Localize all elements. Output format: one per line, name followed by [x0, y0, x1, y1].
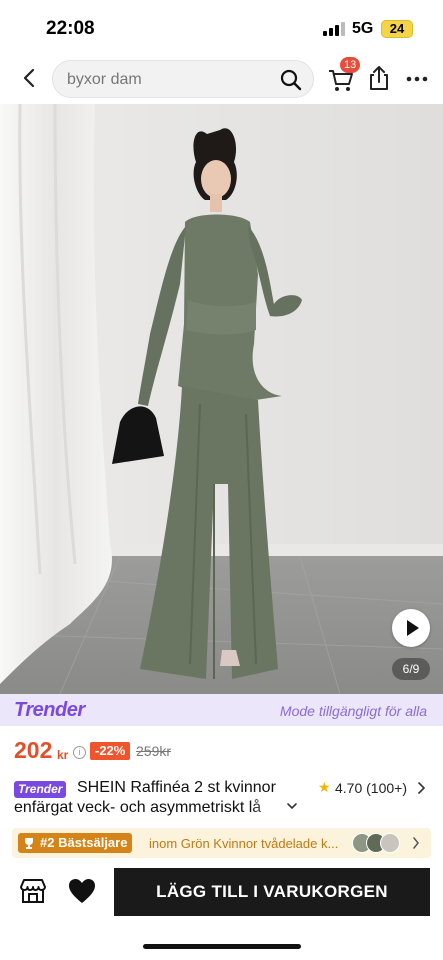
product-image[interactable]: 6/9	[0, 104, 443, 694]
search-placeholder: byxor dam	[67, 71, 142, 88]
bestseller-badge: #2 Bästsäljare	[18, 833, 133, 853]
product-title-line2: enfärgat veck- och asymmetriskt lå	[14, 799, 262, 816]
price-row: 202 kr i -22% 259kr	[0, 734, 443, 768]
share-button[interactable]	[366, 64, 392, 92]
image-counter: 6/9	[392, 658, 430, 680]
search-input[interactable]: byxor dam	[52, 60, 314, 98]
network-label: 5G	[352, 20, 374, 37]
bestseller-product-thumbs	[352, 833, 400, 853]
play-video-button[interactable]	[392, 609, 430, 647]
battery-icon: 24	[381, 20, 413, 38]
original-price: 259kr	[136, 743, 172, 759]
bestseller-text: inom Grön Kvinnor tvådelade k...	[149, 836, 339, 851]
chevron-right-icon[interactable]	[416, 782, 426, 794]
bestseller-row[interactable]: #2 Bästsäljare inom Grön Kvinnor tvådela…	[12, 828, 431, 858]
rating-text[interactable]: 4.70 (100+)	[335, 780, 407, 796]
product-title-line1: SHEIN Raffinéa 2 st kvinnor	[77, 779, 276, 796]
bottom-action-bar: LÄGG TILL I VARUKORGEN	[0, 866, 443, 920]
more-button[interactable]	[404, 64, 430, 92]
info-icon[interactable]: i	[73, 746, 86, 759]
wishlist-button[interactable]	[66, 876, 98, 906]
product-title-row[interactable]: Trender SHEIN Raffinéa 2 st kvinnor enfä…	[0, 776, 443, 820]
status-time: 22:08	[46, 18, 95, 39]
share-icon	[370, 66, 388, 90]
cart-count-badge: 13	[340, 57, 361, 73]
price-currency: kr	[57, 748, 69, 762]
trender-logo: Trender	[14, 699, 85, 721]
discount-badge: -22%	[90, 742, 131, 760]
heart-icon	[69, 879, 95, 903]
play-icon	[407, 620, 419, 636]
trender-slogan: Mode tillgängligt för alla	[279, 703, 427, 719]
store-button[interactable]	[18, 876, 48, 906]
more-dots-icon	[406, 76, 428, 82]
top-nav: byxor dam 13	[0, 56, 443, 102]
trender-banner[interactable]: Trender Mode tillgängligt för alla	[0, 694, 443, 726]
bestseller-badge-text: #2 Bästsäljare	[40, 835, 128, 850]
battery-level: 24	[389, 21, 405, 36]
store-icon	[20, 879, 46, 903]
add-to-cart-button[interactable]: LÄGG TILL I VARUKORGEN	[114, 868, 430, 916]
chevron-right-icon	[413, 837, 419, 849]
price: 202	[14, 737, 53, 763]
back-button[interactable]	[16, 64, 44, 92]
back-arrow-icon	[23, 68, 35, 88]
trender-title-badge: Trender	[14, 781, 67, 798]
star-icon: ★	[318, 779, 331, 795]
trophy-icon	[25, 838, 33, 849]
status-bar: 22:08 5G 24	[0, 0, 443, 56]
search-icon[interactable]	[279, 68, 303, 92]
home-indicator[interactable]	[143, 944, 301, 949]
signal-icon	[323, 22, 345, 36]
product-photo	[0, 104, 443, 694]
title-fade	[250, 798, 290, 818]
chevron-down-icon[interactable]	[286, 800, 298, 812]
